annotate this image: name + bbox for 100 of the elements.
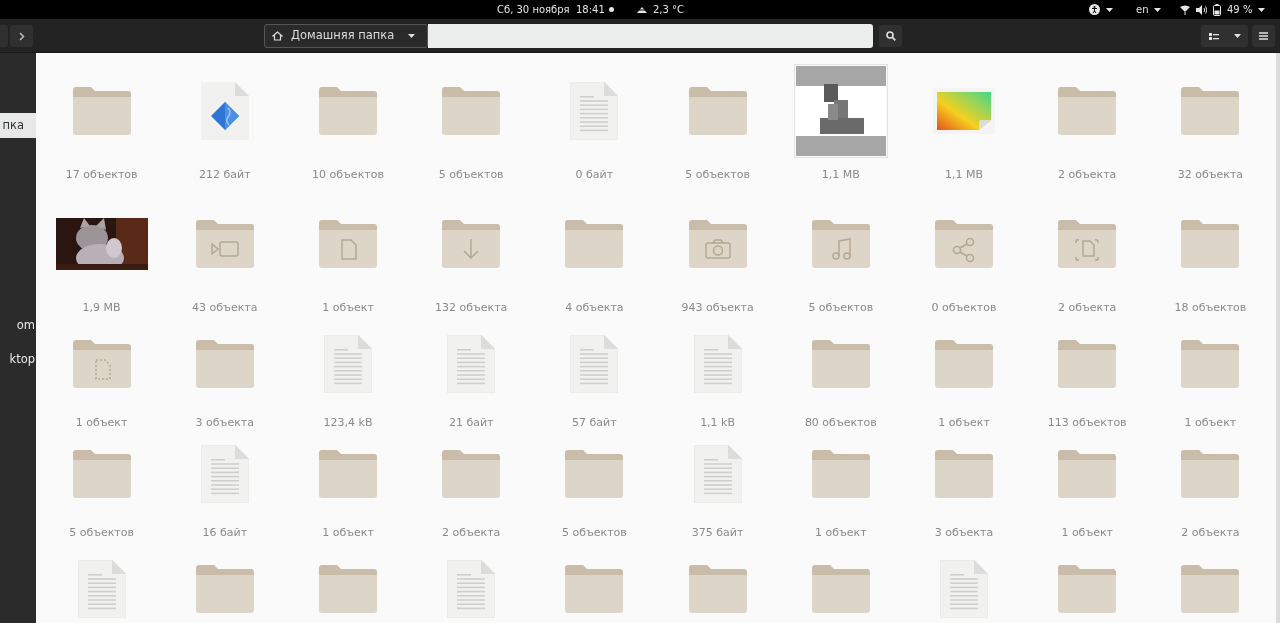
document-folder-icon bbox=[319, 220, 377, 268]
file-label: 10 объектов bbox=[312, 167, 384, 183]
folder-icon bbox=[935, 339, 993, 388]
folder-icon bbox=[195, 565, 254, 613]
file-label: 0 объектов bbox=[931, 300, 997, 316]
file-label: 1 объект bbox=[322, 300, 374, 316]
folder-icon bbox=[1058, 339, 1117, 388]
accessibility-icon[interactable] bbox=[1089, 4, 1100, 15]
file-label: 1,1 MB bbox=[944, 167, 983, 183]
folder-icon bbox=[1181, 220, 1240, 268]
file-label: 1 объект bbox=[322, 524, 374, 541]
folder-icon bbox=[195, 339, 254, 388]
file-label: 5 объектов bbox=[561, 524, 627, 541]
folder-icon bbox=[1181, 339, 1240, 388]
camera-folder-icon bbox=[688, 220, 747, 268]
text-file-icon bbox=[200, 444, 249, 503]
battery-icon[interactable] bbox=[1213, 3, 1221, 16]
file-label: 212 байт bbox=[199, 167, 251, 183]
menu-icon bbox=[1259, 32, 1268, 40]
folder-icon bbox=[1058, 87, 1117, 135]
file-label: 5 объектов bbox=[685, 167, 750, 183]
file-label: 32 объекта bbox=[1177, 167, 1244, 183]
file-label: 1,9 MB bbox=[82, 300, 121, 316]
caret-icon[interactable] bbox=[1258, 7, 1266, 12]
volume-icon[interactable] bbox=[1196, 4, 1207, 15]
file-label: 113 объектов bbox=[1047, 414, 1127, 431]
home-icon bbox=[272, 31, 283, 41]
text-file-icon bbox=[693, 444, 742, 503]
file-label: 2 объекта bbox=[1058, 167, 1117, 183]
file-label: 2 объекта bbox=[1058, 300, 1117, 316]
sidebar-item[interactable]: om bbox=[0, 313, 36, 338]
wifi-icon[interactable] bbox=[1180, 4, 1190, 15]
file-label: 0 байт bbox=[575, 167, 614, 183]
folder-icon bbox=[1181, 449, 1240, 498]
app-file-icon bbox=[200, 82, 249, 140]
text-file-icon bbox=[447, 334, 496, 393]
file-label: 16 байт bbox=[202, 524, 248, 541]
search-field[interactable] bbox=[428, 24, 873, 48]
text-file-icon bbox=[324, 334, 372, 393]
text-file-icon bbox=[940, 560, 988, 618]
file-label: 17 объектов bbox=[65, 167, 138, 183]
file-label: 1 объект bbox=[75, 414, 128, 431]
file-label: 123,4 kB bbox=[323, 414, 373, 431]
file-label: 3 объекта bbox=[195, 414, 254, 431]
folder-icon bbox=[72, 449, 131, 498]
path-button[interactable]: Домашняя папка bbox=[264, 24, 428, 48]
folder-icon bbox=[811, 565, 870, 613]
folder-icon bbox=[935, 449, 993, 498]
caret-icon bbox=[1234, 34, 1241, 38]
folder-icon bbox=[72, 87, 131, 135]
file-label: 1,1 MB bbox=[821, 167, 860, 183]
chevron-right-icon bbox=[18, 31, 25, 41]
sidebar-item[interactable]: пка bbox=[0, 113, 36, 138]
folder-icon bbox=[442, 87, 501, 135]
battery-text[interactable]: 49 % bbox=[1227, 2, 1253, 17]
file-label: 5 объектов bbox=[438, 167, 504, 183]
sidebar-item[interactable]: ktop bbox=[0, 347, 36, 372]
file-label: 5 объектов bbox=[808, 300, 874, 316]
folder-icon bbox=[319, 87, 377, 135]
file-label: 21 байт bbox=[448, 414, 494, 431]
download-folder-icon bbox=[442, 220, 501, 268]
caret-icon bbox=[408, 34, 416, 38]
weather-icon bbox=[636, 5, 648, 14]
video-folder-icon bbox=[195, 220, 254, 268]
caret-icon[interactable] bbox=[1153, 7, 1161, 12]
menu-button[interactable] bbox=[1252, 25, 1275, 47]
folder-icon bbox=[319, 565, 377, 613]
text-file-icon bbox=[447, 560, 496, 618]
list-view-icon bbox=[1209, 32, 1219, 40]
text-file-icon bbox=[570, 334, 619, 393]
forward-button[interactable] bbox=[10, 25, 33, 47]
file-label: 1 объект bbox=[938, 414, 990, 431]
folder-icon bbox=[565, 220, 624, 268]
music-folder-icon bbox=[811, 220, 870, 268]
file-label: 1 объект bbox=[1184, 414, 1237, 431]
weather-text[interactable]: 2,3 °C bbox=[653, 2, 685, 17]
file-label: 2 объекта bbox=[1181, 524, 1240, 541]
folder-icon bbox=[688, 565, 747, 613]
file-label: 1 объект bbox=[1061, 524, 1113, 541]
folder-icon bbox=[1058, 565, 1117, 613]
file-label: 18 объектов bbox=[1174, 300, 1247, 316]
caret-icon[interactable] bbox=[1106, 7, 1113, 12]
folder-icon bbox=[811, 339, 870, 388]
file-label: 1 объект bbox=[815, 524, 867, 541]
search-button[interactable] bbox=[879, 25, 902, 47]
language-text[interactable]: en bbox=[1136, 2, 1149, 17]
file-label: 5 объектов bbox=[69, 524, 134, 541]
file-label: 3 объекта bbox=[934, 524, 994, 541]
folder-icon bbox=[688, 87, 747, 135]
text-file-icon bbox=[693, 334, 742, 393]
file-label: 57 байт bbox=[572, 414, 617, 431]
folder-icon bbox=[442, 449, 501, 498]
file-label: 43 объекта bbox=[192, 300, 258, 316]
template-folder-icon bbox=[1058, 220, 1117, 268]
folder-icon bbox=[1181, 87, 1240, 135]
folder-icon bbox=[1058, 449, 1117, 498]
folder-icon bbox=[565, 449, 624, 498]
file-label: 80 объектов bbox=[804, 414, 877, 431]
clock-text[interactable]: Сб, 30 ноября 18:41 bbox=[497, 2, 605, 17]
file-label: 1,1 kB bbox=[700, 414, 736, 431]
